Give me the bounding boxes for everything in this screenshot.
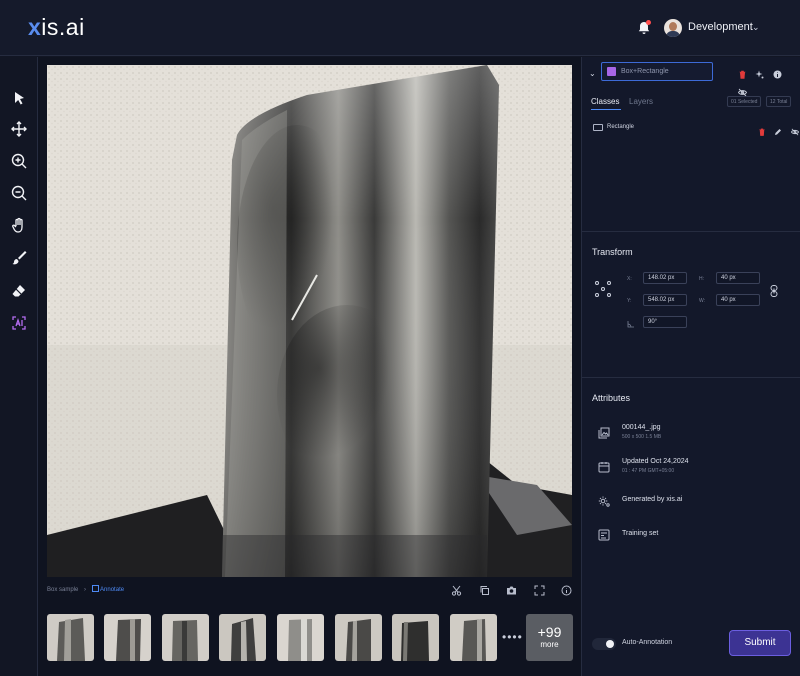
copy-icon[interactable] (479, 583, 490, 595)
class-select[interactable]: Box+Rectangle (601, 62, 713, 81)
tab-layers[interactable]: Layers (629, 97, 653, 106)
class-select-value: Box+Rectangle (621, 68, 669, 75)
delete-icon[interactable] (758, 123, 766, 136)
more-thumbnails-button[interactable]: +99 more (526, 614, 573, 661)
annotation-canvas: Box sample › Annotate •••• +99 more (38, 57, 581, 676)
auto-annotation-label: Auto-Annotation (622, 639, 673, 646)
thumbnail[interactable] (104, 614, 151, 661)
total-count-badge: 12 Total (766, 96, 792, 107)
angle-input[interactable]: 90° (643, 316, 687, 328)
tab-active-indicator (591, 109, 621, 110)
pan-hand-icon[interactable] (10, 217, 28, 235)
class-item-label[interactable]: Rectangle (607, 124, 634, 130)
attributes-title: Attributes (592, 393, 631, 403)
updated-date: Updated Oct 24,2024 (622, 458, 689, 465)
file-name: 000144_.jpg (622, 424, 661, 431)
rectangle-icon (593, 124, 603, 131)
h-input[interactable]: 40 px (716, 272, 760, 284)
logo-accent: x (28, 14, 42, 40)
edit-pencil-icon[interactable] (774, 123, 782, 135)
more-label: more (540, 640, 559, 649)
class-item-actions (754, 123, 799, 141)
chevron-down-icon[interactable]: ⌄ (589, 69, 596, 78)
thumbnail[interactable] (450, 614, 497, 661)
transform-title: Transform (592, 247, 633, 257)
breadcrumb-parent[interactable]: Box sample (47, 587, 78, 593)
h-label: H: (699, 276, 704, 282)
file-meta: 500 x 500 1.5 MB (622, 434, 662, 440)
chevron-down-icon[interactable]: ⌄ (752, 22, 760, 33)
thumbnail-strip: •••• +99 more (47, 614, 577, 662)
thumbnail[interactable] (392, 614, 439, 661)
image-gallery-icon (598, 426, 610, 439)
zoom-out-icon[interactable] (10, 184, 28, 202)
camera-icon[interactable] (506, 583, 517, 595)
thumbnail[interactable] (335, 614, 382, 661)
y-label: Y: (627, 298, 632, 304)
notification-bell-icon[interactable] (636, 20, 652, 36)
eraser-icon[interactable] (10, 282, 28, 300)
classes-section: ⌄ Box+Rectangle Classes Layers 01 Select… (582, 57, 800, 232)
generated-gear-icon (598, 494, 610, 507)
visibility-off-icon[interactable] (790, 123, 799, 136)
thumbnail[interactable] (162, 614, 209, 661)
dataset-icon (598, 528, 610, 541)
properties-panel: ⌄ Box+Rectangle Classes Layers 01 Select… (581, 57, 800, 676)
calendar-icon (598, 460, 610, 473)
notification-dot (646, 20, 651, 25)
canvas-actions (439, 583, 572, 601)
fullscreen-icon[interactable] (534, 583, 545, 596)
ai-assist-icon[interactable] (10, 314, 28, 332)
dataset-name: Training set (622, 530, 659, 537)
avatar[interactable] (664, 19, 682, 37)
breadcrumb-current[interactable]: Annotate (100, 587, 124, 593)
top-bar: xis.ai Development ⌄ (0, 0, 800, 56)
y-input[interactable]: 548.02 px (643, 294, 687, 306)
x-input[interactable]: 148.02 px (643, 272, 687, 284)
thumbnail[interactable] (277, 614, 324, 661)
transform-section: Transform X: 148.02 px H: 40 px Y: 548.0… (582, 232, 800, 378)
annotation-image[interactable] (47, 65, 572, 577)
breadcrumb: Box sample › Annotate (47, 585, 124, 593)
w-input[interactable]: 40 px (716, 294, 760, 306)
sparkle-icon[interactable] (755, 66, 764, 79)
tab-classes[interactable]: Classes (591, 97, 619, 106)
updated-time: 01 : 47 PM GMT+05:00 (622, 468, 675, 474)
generated-by: Generated by xis.ai (622, 496, 683, 503)
auto-annotation-toggle[interactable] (592, 638, 616, 650)
link-aspect-icon[interactable] (770, 284, 778, 297)
more-count: +99 (537, 624, 562, 640)
x-label: X: (627, 276, 632, 282)
workspace-name[interactable]: Development (688, 21, 753, 33)
scissors-icon[interactable] (451, 583, 462, 596)
angle-icon (627, 320, 635, 330)
info-icon[interactable] (773, 66, 782, 79)
anchor-point-icon[interactable] (595, 281, 613, 299)
select-pointer-icon[interactable] (10, 89, 28, 107)
app-logo[interactable]: xis.ai (28, 14, 85, 41)
w-label: W: (699, 298, 706, 304)
more-dots[interactable]: •••• (502, 630, 523, 644)
class-color-swatch (607, 67, 616, 76)
breadcrumb-separator: › (84, 587, 87, 593)
thumbnail[interactable] (47, 614, 94, 661)
zoom-in-icon[interactable] (10, 152, 28, 170)
tool-sidebar (0, 57, 38, 676)
delete-icon[interactable] (738, 66, 747, 79)
move-icon[interactable] (10, 120, 28, 138)
logo-text: is.ai (41, 14, 85, 40)
visibility-off-icon[interactable] (737, 84, 748, 97)
submit-button[interactable]: Submit (729, 630, 791, 656)
brush-icon[interactable] (10, 249, 28, 267)
thumbnail[interactable] (219, 614, 266, 661)
info-icon[interactable] (561, 583, 572, 596)
selected-count-badge: 01 Selected (727, 96, 762, 107)
annotate-icon (91, 585, 100, 593)
